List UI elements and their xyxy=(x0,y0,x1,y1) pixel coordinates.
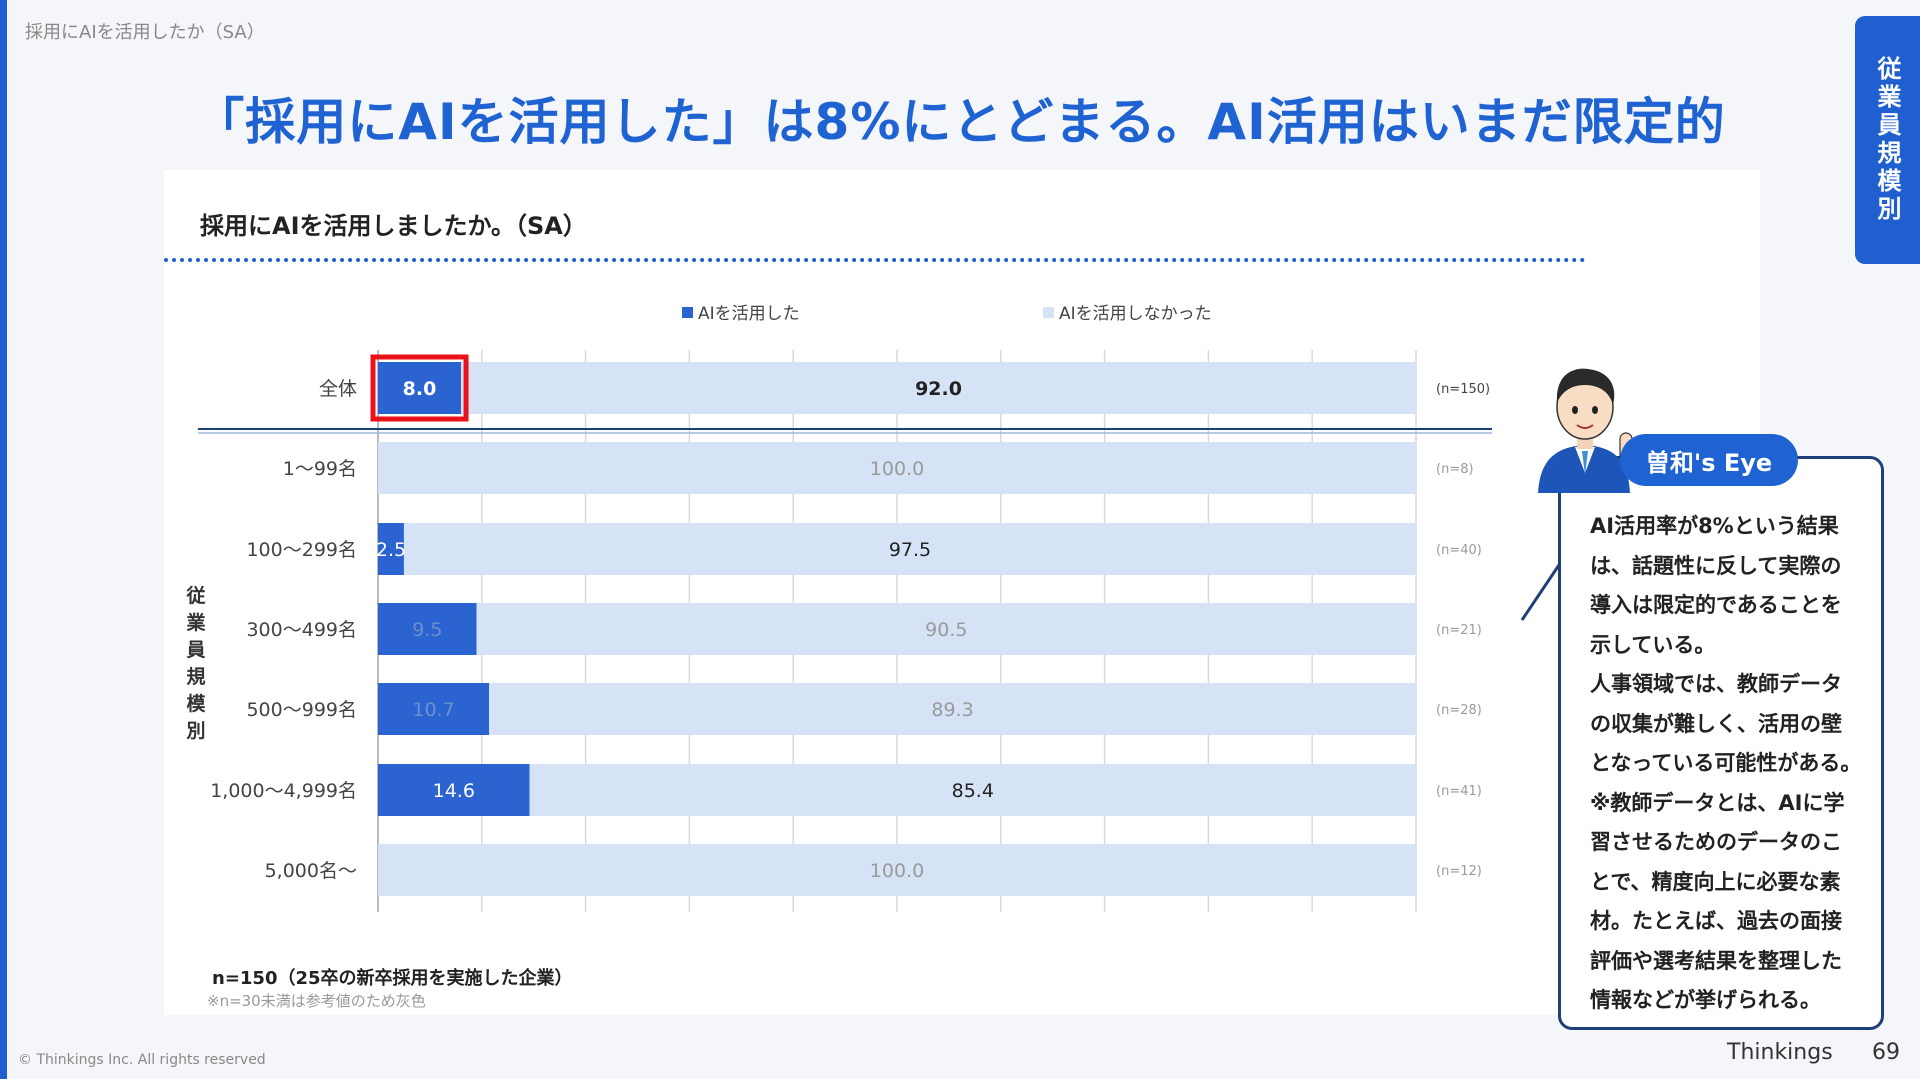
legend-label: AIを活用しなかった xyxy=(1059,304,1212,324)
reference-footnote: ※n=30未満は参考値のため灰色 xyxy=(207,992,426,1010)
group-label-char: 従 xyxy=(185,584,205,607)
group-label-char: 模 xyxy=(186,692,206,715)
commentary-text: AI活用率が8%という結果 は、話題性に反して実際の 導入は限定的であることを … xyxy=(1590,514,1862,1012)
category-label: 5,000名〜 xyxy=(265,860,357,882)
data-label: 14.6 xyxy=(433,780,475,802)
page-number: 69 xyxy=(1872,1040,1900,1065)
data-label: 92.0 xyxy=(915,378,962,400)
n-label: (n=12) xyxy=(1436,864,1482,879)
sample-footnote: n=150（25卒の新卒採用を実施した企業） xyxy=(212,968,573,989)
data-label: 9.5 xyxy=(412,619,442,641)
group-label-char: 員 xyxy=(186,639,205,661)
group-label-char: 規 xyxy=(186,666,205,688)
category-label: 300〜499名 xyxy=(246,619,357,641)
legend-swatch xyxy=(682,307,693,318)
group-label-char: 別 xyxy=(186,720,205,742)
category-label: 100〜299名 xyxy=(246,539,357,561)
data-label: 90.5 xyxy=(925,619,967,641)
category-label: 1〜99名 xyxy=(283,458,357,480)
copyright: © Thinkings Inc. All rights reserved xyxy=(18,1052,266,1068)
data-label: 100.0 xyxy=(870,860,924,882)
n-label: (n=8) xyxy=(1436,462,1474,477)
n-label: (n=28) xyxy=(1436,703,1482,718)
data-label: 85.4 xyxy=(952,780,994,802)
legend-label: AIを活用した xyxy=(698,304,800,324)
group-label-char: 業 xyxy=(185,611,206,634)
data-label: 97.5 xyxy=(889,539,931,561)
commentary-badge: 曽和's Eye xyxy=(1620,434,1798,486)
n-label: (n=21) xyxy=(1436,623,1482,638)
data-label: 89.3 xyxy=(931,699,973,721)
chart-bars xyxy=(378,362,1416,896)
category-label: 1,000〜4,999名 xyxy=(210,780,357,802)
category-label: 500〜999名 xyxy=(246,699,357,721)
n-label: (n=41) xyxy=(1436,784,1482,799)
n-label: (n=40) xyxy=(1436,543,1482,558)
n-label: (n=150) xyxy=(1436,382,1490,397)
data-label: 8.0 xyxy=(403,378,437,400)
brand-name: Thinkings xyxy=(1727,1040,1833,1065)
data-label: 2.5 xyxy=(376,539,406,561)
legend-swatch xyxy=(1043,307,1054,318)
data-label: 10.7 xyxy=(412,699,454,721)
category-label: 全体 xyxy=(319,378,357,400)
data-label: 100.0 xyxy=(870,458,924,480)
chart-legend: AIを活用した AIを活用しなかった xyxy=(682,304,1212,324)
